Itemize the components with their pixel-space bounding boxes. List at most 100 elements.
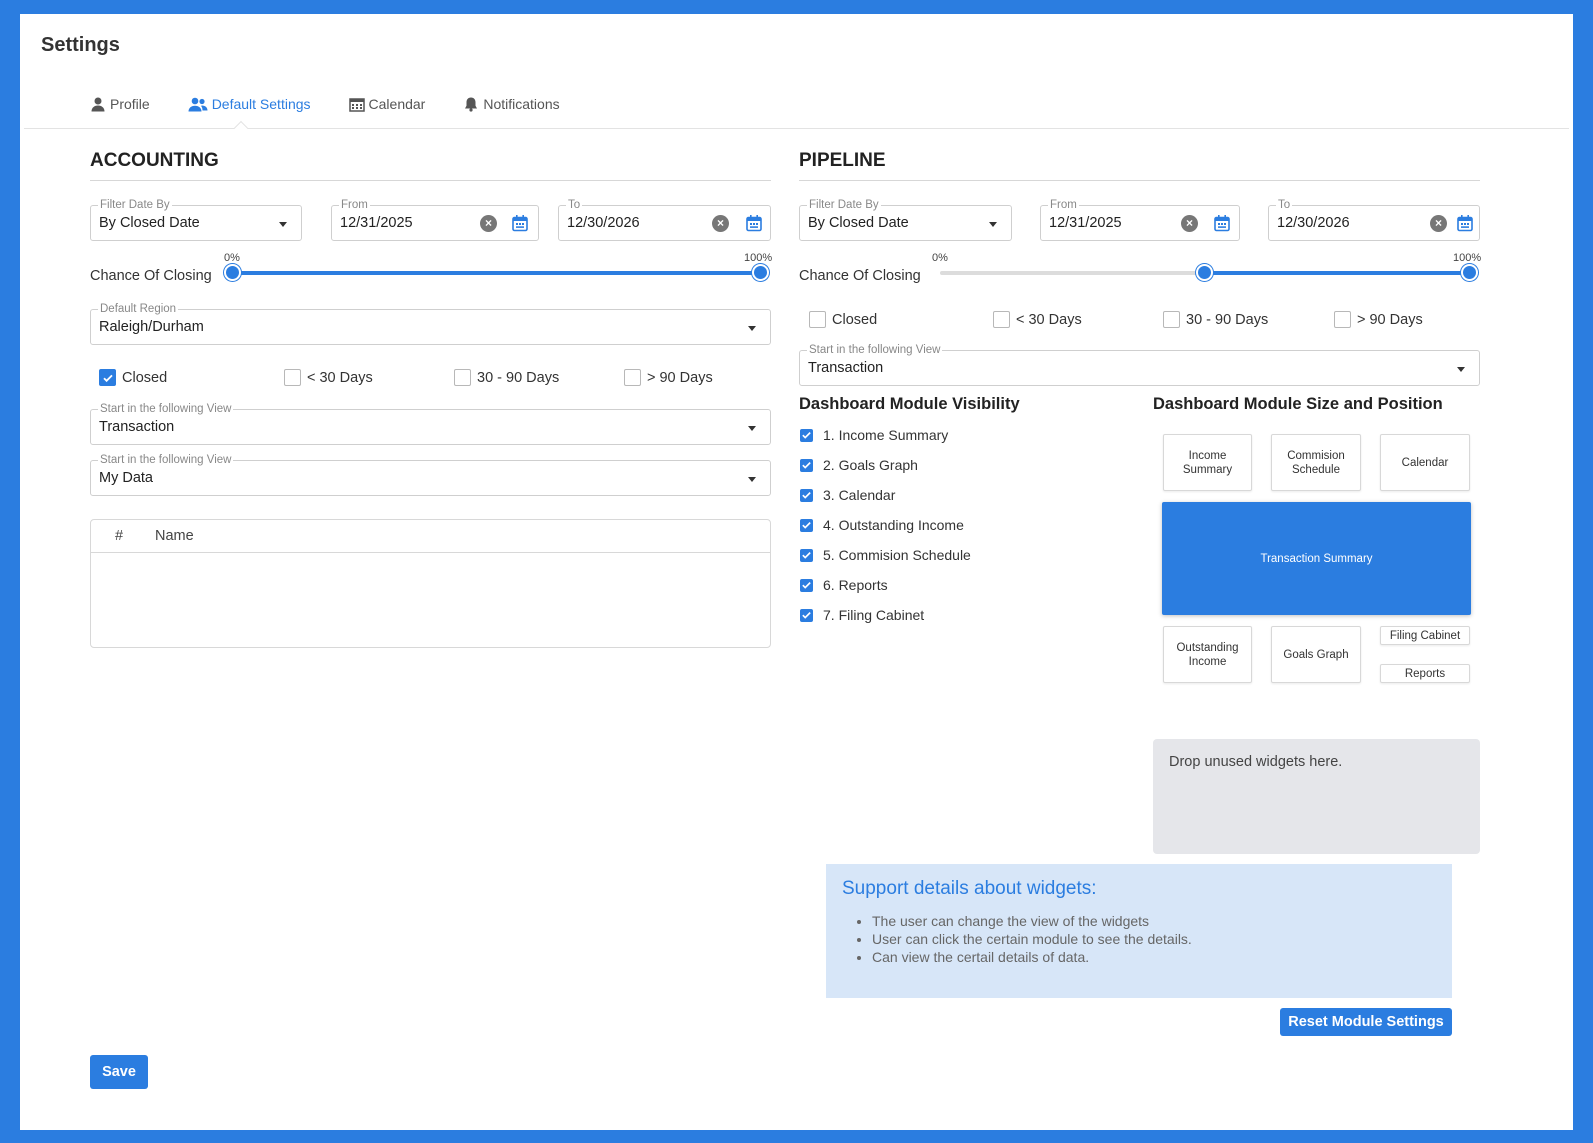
checkbox[interactable]	[1163, 311, 1180, 328]
checkbox[interactable]	[800, 578, 813, 592]
clear-icon[interactable]: ×	[712, 215, 729, 232]
save-button[interactable]: Save	[90, 1055, 148, 1089]
support-list: The user can change the view of the widg…	[842, 912, 1436, 966]
accounting-data-view-select[interactable]: Start in the following View My Data	[90, 453, 771, 496]
visibility-item-outstanding-income[interactable]: 4. Outstanding Income	[800, 510, 971, 540]
accounting-title: ACCOUNTING	[90, 150, 219, 171]
pipeline-rule	[799, 180, 1480, 181]
checkbox[interactable]	[800, 548, 813, 562]
checkbox-label: > 90 Days	[1357, 311, 1423, 328]
checkbox[interactable]	[800, 488, 813, 502]
checkbox[interactable]	[800, 518, 813, 532]
pipeline-chance-label: Chance Of Closing	[799, 268, 921, 284]
visibility-item-goals-graph[interactable]: 2. Goals Graph	[800, 450, 971, 480]
calendar-icon[interactable]	[745, 214, 763, 232]
slider-thumb-high[interactable]	[752, 264, 769, 281]
clear-icon[interactable]: ×	[1430, 215, 1447, 232]
reset-module-settings-button[interactable]: Reset Module Settings	[1280, 1008, 1452, 1036]
visibility-label: 6. Reports	[823, 577, 888, 593]
pipeline-to-date-field[interactable]: To 12/30/2026 ×	[1268, 198, 1480, 241]
widget-filing-cabinet[interactable]: Filing Cabinet	[1380, 626, 1470, 645]
tab-profile[interactable]: Profile	[90, 96, 150, 112]
checkbox[interactable]	[624, 369, 641, 386]
users-icon	[188, 97, 208, 112]
checkbox[interactable]	[800, 608, 813, 622]
checkbox[interactable]	[284, 369, 301, 386]
widget-income-summary[interactable]: Income Summary	[1163, 434, 1252, 491]
slider-max-label: 100%	[1453, 252, 1482, 264]
accounting-view-select[interactable]: Start in the following View Transaction	[90, 402, 771, 445]
checkbox[interactable]	[993, 311, 1010, 328]
slider-min-label: 0%	[932, 252, 948, 264]
widget-calendar[interactable]: Calendar	[1380, 434, 1470, 491]
widget-transaction-summary[interactable]: Transaction Summary	[1162, 502, 1471, 615]
accounting-table: # Name	[90, 519, 771, 648]
clear-icon[interactable]: ×	[1181, 215, 1198, 232]
pipeline-check-30-90[interactable]: 30 - 90 Days	[1163, 311, 1268, 328]
column-header-name: Name	[155, 528, 194, 544]
visibility-item-filing-cabinet[interactable]: 7. Filing Cabinet	[800, 600, 971, 630]
calendar-icon[interactable]	[511, 214, 529, 232]
field-label: Start in the following View	[98, 402, 234, 416]
checkbox-label: Closed	[122, 369, 168, 386]
tab-label: Notifications	[483, 96, 560, 112]
chevron-down-icon	[1457, 367, 1465, 372]
accounting-check-30-90[interactable]: 30 - 90 Days	[454, 369, 559, 386]
user-icon	[91, 97, 105, 112]
slider-thumb-low[interactable]	[224, 264, 241, 281]
accounting-check-under-30[interactable]: < 30 Days	[284, 369, 373, 386]
visibility-item-reports[interactable]: 6. Reports	[800, 570, 971, 600]
dropzone-text: Drop unused widgets here.	[1169, 754, 1343, 770]
checkbox[interactable]	[454, 369, 471, 386]
support-item: Can view the certail details of data.	[872, 948, 1436, 966]
widget-commision-schedule[interactable]: Commision Schedule	[1271, 434, 1361, 491]
calendar-icon[interactable]	[1456, 214, 1474, 232]
slider-thumb-high[interactable]	[1461, 264, 1478, 281]
pipeline-filter-date-select[interactable]: Filter Date By By Closed Date	[799, 198, 1012, 241]
accounting-filter-date-select[interactable]: Filter Date By By Closed Date	[90, 198, 302, 241]
field-value: 12/31/2025	[1049, 215, 1122, 231]
slider-thumb-low[interactable]	[1196, 264, 1213, 281]
checkbox[interactable]	[800, 428, 813, 442]
chevron-down-icon	[748, 326, 756, 331]
accounting-from-date-field[interactable]: From 12/31/2025 ×	[331, 198, 539, 241]
checkbox[interactable]	[800, 458, 813, 472]
clear-icon[interactable]: ×	[480, 215, 497, 232]
widget-goals-graph[interactable]: Goals Graph	[1271, 626, 1361, 683]
accounting-to-date-field[interactable]: To 12/30/2026 ×	[558, 198, 771, 241]
tab-default-settings[interactable]: Default Settings	[188, 96, 311, 112]
unused-widgets-dropzone[interactable]: Drop unused widgets here.	[1153, 739, 1480, 854]
checkbox[interactable]	[1334, 311, 1351, 328]
accounting-rule	[90, 180, 771, 181]
support-title: Support details about widgets:	[842, 878, 1097, 899]
tab-divider	[24, 128, 1569, 129]
pipeline-from-date-field[interactable]: From 12/31/2025 ×	[1040, 198, 1240, 241]
pipeline-check-over-90[interactable]: > 90 Days	[1334, 311, 1423, 328]
tab-calendar[interactable]: Calendar	[348, 96, 425, 112]
accounting-region-select[interactable]: Default Region Raleigh/Durham	[90, 302, 771, 345]
calendar-icon[interactable]	[1213, 214, 1231, 232]
tab-notifications[interactable]: Notifications	[463, 96, 560, 112]
pipeline-chance-slider[interactable]	[940, 264, 1478, 282]
field-value: By Closed Date	[99, 215, 200, 231]
pipeline-check-closed[interactable]: Closed	[809, 311, 877, 328]
pipeline-view-select[interactable]: Start in the following View Transaction	[799, 343, 1480, 386]
tab-bar: Profile Default Settings Calendar Notifi…	[90, 96, 560, 112]
widget-outstanding-income[interactable]: Outstanding Income	[1163, 626, 1252, 683]
field-label: Start in the following View	[807, 343, 943, 357]
accounting-chance-slider[interactable]	[224, 264, 769, 282]
widget-reports[interactable]: Reports	[1380, 664, 1470, 683]
visibility-item-commision-schedule[interactable]: 5. Commision Schedule	[800, 540, 971, 570]
accounting-check-closed[interactable]: Closed	[99, 369, 167, 386]
pipeline-check-under-30[interactable]: < 30 Days	[993, 311, 1082, 328]
slider-fill	[233, 271, 761, 275]
accounting-check-over-90[interactable]: > 90 Days	[624, 369, 713, 386]
table-header: # Name	[91, 520, 770, 553]
visibility-item-calendar[interactable]: 3. Calendar	[800, 480, 971, 510]
visibility-item-income-summary[interactable]: 1. Income Summary	[800, 420, 971, 450]
checkbox-label: 30 - 90 Days	[477, 369, 560, 386]
field-value: Transaction	[808, 360, 884, 376]
checkbox[interactable]	[99, 369, 116, 386]
checkbox[interactable]	[809, 311, 826, 328]
tab-label: Profile	[110, 96, 150, 112]
